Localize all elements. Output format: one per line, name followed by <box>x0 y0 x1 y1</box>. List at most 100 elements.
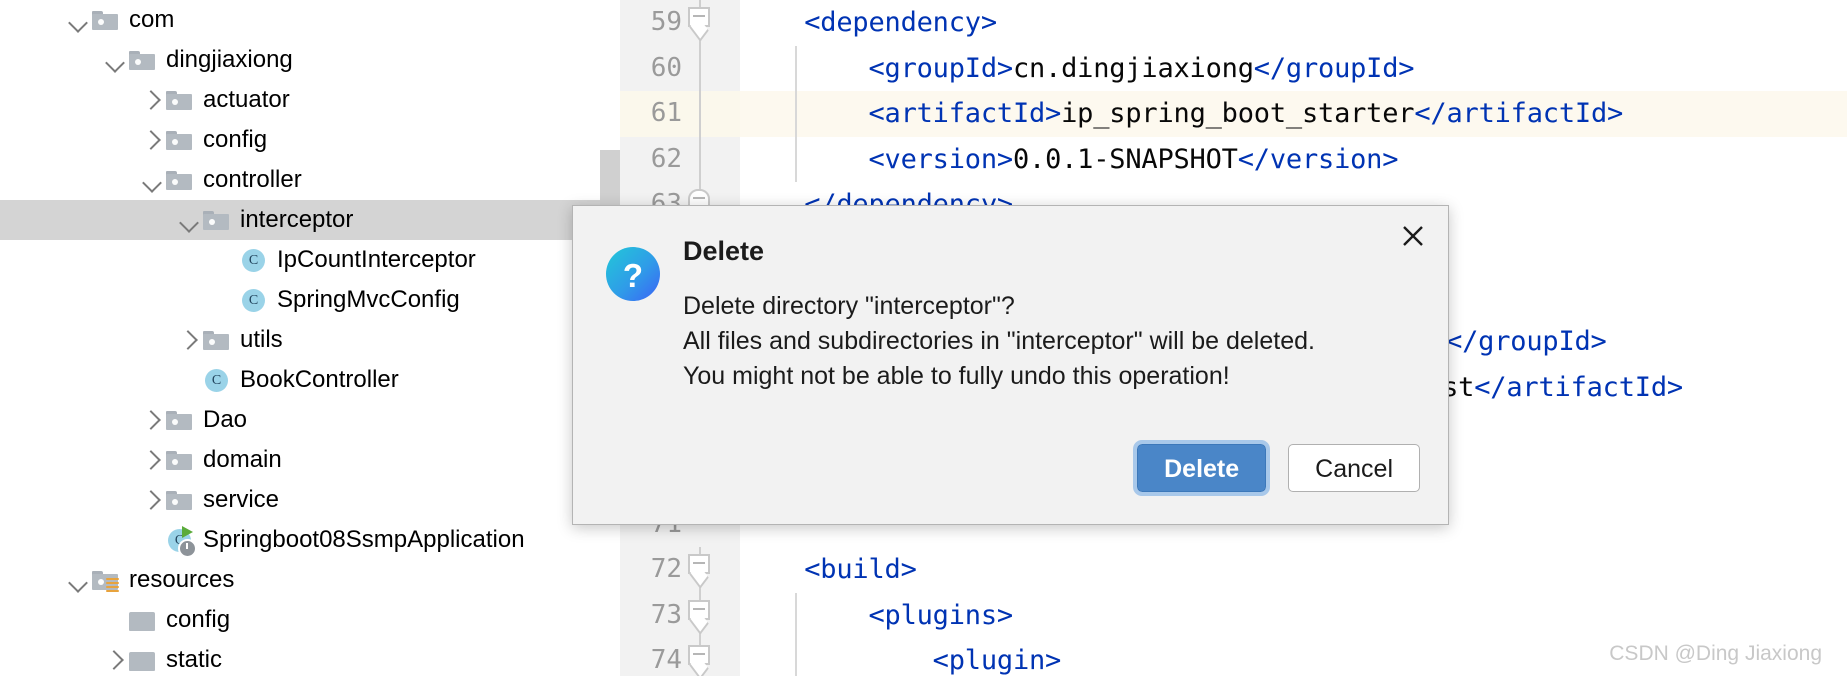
dialog-message-line: All files and subdirectories in "interce… <box>683 327 1315 355</box>
folder-icon <box>165 447 195 473</box>
tree-item-label: config <box>203 126 268 153</box>
resources-folder-icon <box>91 567 121 593</box>
folder-icon <box>128 607 158 633</box>
chevron-down-icon[interactable] <box>65 7 91 33</box>
code-fold-icon[interactable] <box>688 599 712 635</box>
editor-gutter[interactable]: 72 <box>620 547 740 593</box>
folder-icon <box>128 47 158 73</box>
folder-icon <box>202 207 232 233</box>
chevron-right-icon[interactable] <box>102 647 128 673</box>
code-fold-icon[interactable] <box>688 645 712 676</box>
indent-guide <box>795 91 797 137</box>
code-line[interactable]: 72 <build> <box>620 547 1847 593</box>
code-fold-icon[interactable] <box>688 554 712 590</box>
tree-item-label: dingjiaxiong <box>166 46 293 73</box>
tree-item-ipcountinterceptor[interactable]: C IpCountInterceptor <box>0 240 600 280</box>
code-line[interactable]: 61 <artifactId>ip_spring_boot_starter</a… <box>620 91 1847 137</box>
editor-gutter[interactable]: 62 <box>620 136 740 183</box>
code-line[interactable]: 73 <plugins> <box>620 592 1847 639</box>
folder-icon <box>91 7 121 33</box>
folder-icon <box>165 127 195 153</box>
tree-item-label: interceptor <box>240 206 354 233</box>
editor-gutter[interactable]: 73 <box>620 592 740 639</box>
tree-item-springmvcconfig[interactable]: C SpringMvcConfig <box>0 280 600 320</box>
chevron-right-icon[interactable] <box>176 327 202 353</box>
tree-item-label: domain <box>203 446 282 473</box>
tree-item-label: config <box>166 606 231 633</box>
tree-item-label: utils <box>240 326 283 353</box>
editor-gutter[interactable]: 60 <box>620 45 740 92</box>
project-tree-panel[interactable]: com dingjiaxiong actuator config controller i… <box>0 0 600 676</box>
tree-item-config[interactable]: config <box>0 600 600 640</box>
tree-item-label: IpCountInterceptor <box>277 246 476 273</box>
folder-icon <box>165 87 195 113</box>
folder-icon <box>165 407 195 433</box>
tree-item-label: com <box>129 6 175 33</box>
delete-button[interactable]: Delete <box>1133 440 1271 496</box>
tree-item-label: service <box>203 486 280 513</box>
indent-guide <box>795 592 797 639</box>
folder-icon <box>202 327 232 353</box>
fold-guide-line <box>699 136 701 183</box>
runnable-class-icon: C <box>165 526 197 558</box>
line-number: 72 <box>650 554 682 585</box>
chevron-right-icon[interactable] <box>139 447 165 473</box>
tree-scrollbar-thumb[interactable] <box>600 150 620 212</box>
tree-item-static[interactable]: static <box>0 640 600 676</box>
line-number: 59 <box>650 7 682 37</box>
tree-item-dingjiaxiong[interactable]: dingjiaxiong <box>0 40 600 80</box>
editor-gutter[interactable]: 74 <box>620 638 740 676</box>
tree-item-label: controller <box>203 166 302 193</box>
tree-item-config[interactable]: config <box>0 120 600 160</box>
chevron-right-icon[interactable] <box>139 407 165 433</box>
code-fold-icon[interactable] <box>688 7 712 42</box>
tree-item-service[interactable]: service <box>0 480 600 520</box>
code-line[interactable]: 62 <version>0.0.1-SNAPSHOT</version> <box>620 136 1847 183</box>
chevron-right-icon[interactable] <box>139 487 165 513</box>
tree-item-domain[interactable]: domain <box>0 440 600 480</box>
dialog-message: Delete directory "interceptor"? All files… <box>683 289 1422 394</box>
chevron-down-icon[interactable] <box>176 207 202 233</box>
tree-item-resources[interactable]: resources <box>0 560 600 600</box>
editor-gutter[interactable]: 61 <box>620 91 740 137</box>
line-number: 62 <box>650 143 682 174</box>
indent-guide <box>795 45 797 92</box>
tree-item-controller[interactable]: controller <box>0 160 600 200</box>
code-line[interactable]: 59 <dependency> <box>620 0 1847 46</box>
code-line[interactable]: 60 <groupId>cn.dingjiaxiong</groupId> <box>620 45 1847 92</box>
svg-text:?: ? <box>623 257 643 294</box>
folder-icon <box>128 647 158 673</box>
line-number: 73 <box>650 599 682 630</box>
folder-icon <box>165 167 195 193</box>
java-class-icon: C <box>202 366 232 394</box>
chevron-down-icon[interactable] <box>139 167 165 193</box>
tree-item-utils[interactable]: utils <box>0 320 600 360</box>
chevron-down-icon[interactable] <box>65 567 91 593</box>
chevron-right-icon[interactable] <box>139 87 165 113</box>
tree-item-interceptor[interactable]: interceptor <box>0 200 600 240</box>
line-number: 61 <box>650 98 682 129</box>
tree-item-label: Dao <box>203 406 248 433</box>
code-text: <dependency> <box>804 7 997 38</box>
tree-item-label: Springboot08SsmpApplication <box>203 526 525 553</box>
tree-item-springboot08ssmpapplication[interactable]: C Springboot08SsmpApplication <box>0 520 600 560</box>
chevron-right-icon[interactable] <box>139 127 165 153</box>
tree-item-label: BookController <box>240 366 399 393</box>
code-text: <groupId>cn.dingjiaxiong</groupId> <box>868 52 1415 84</box>
dialog-message-line: You might not be able to fully undo this… <box>683 362 1230 390</box>
java-class-icon: C <box>239 246 269 274</box>
code-text: <build> <box>804 554 917 586</box>
tree-item-com[interactable]: com <box>0 0 600 40</box>
tree-item-actuator[interactable]: actuator <box>0 80 600 120</box>
editor-gutter[interactable]: 59 <box>620 0 740 46</box>
tree-item-dao[interactable]: Dao <box>0 400 600 440</box>
chevron-down-icon[interactable] <box>102 47 128 73</box>
line-number: 74 <box>650 645 682 676</box>
tree-item-bookcontroller[interactable]: C BookController <box>0 360 600 400</box>
cancel-button[interactable]: Cancel <box>1288 444 1420 492</box>
